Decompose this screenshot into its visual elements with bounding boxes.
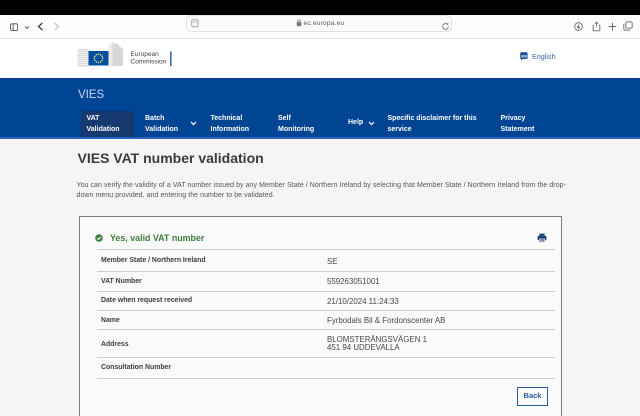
svg-text:EN: EN [521,53,527,58]
svg-text:Commission: Commission [131,58,167,65]
svg-text:European: European [131,51,160,58]
